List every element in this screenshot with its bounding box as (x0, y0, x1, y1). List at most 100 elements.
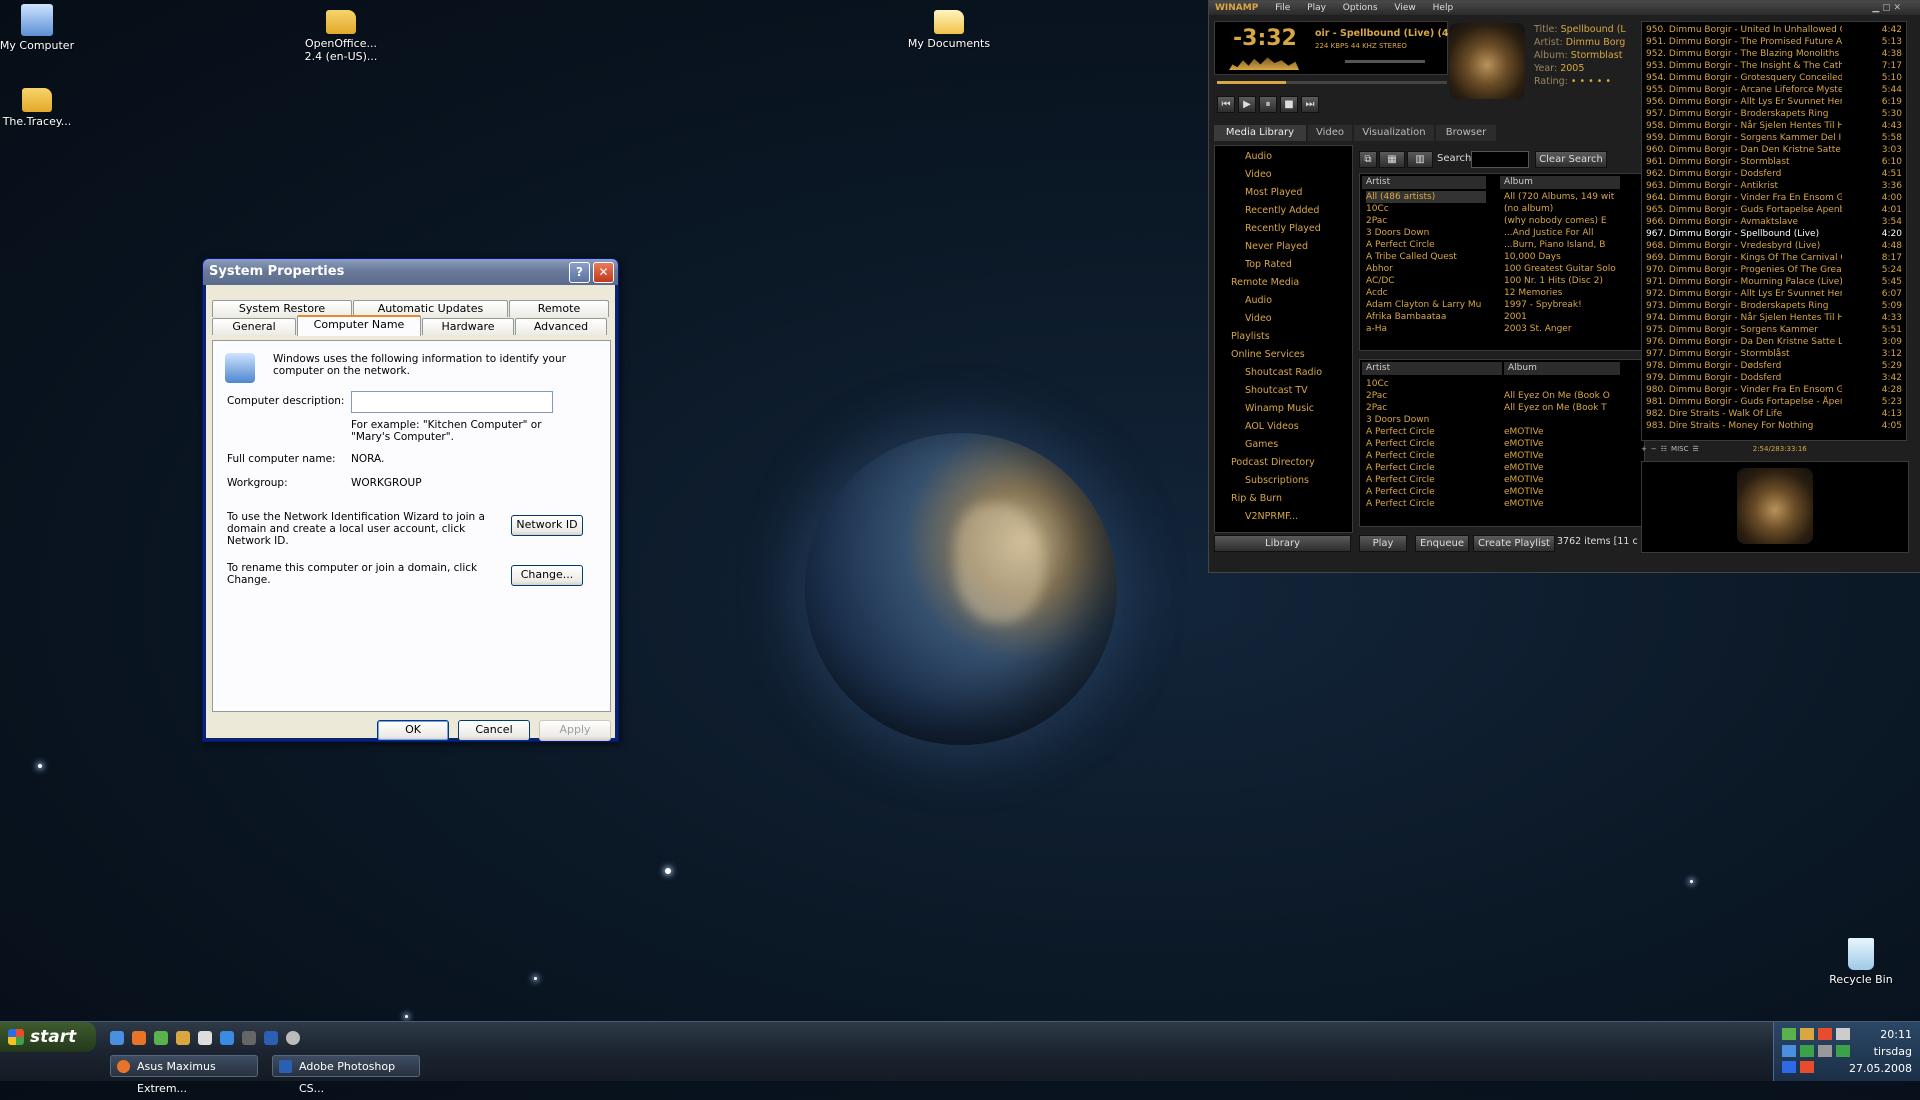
tray-icon[interactable] (1800, 1061, 1814, 1074)
tab-visualization[interactable]: Visualization (1354, 125, 1434, 141)
playlist-item[interactable]: 970. Dimmu Borgir - Progenies Of The Gre… (1646, 264, 1902, 276)
playlist-item[interactable]: 959. Dimmu Borgir - Sorgens Kammer Del I… (1646, 132, 1902, 144)
tree-item-recently-played[interactable]: Recently Played (1215, 220, 1352, 238)
task-firefox[interactable]: Asus Maximus Extrem... (110, 1055, 258, 1095)
stop-icon[interactable]: ■ (1280, 96, 1298, 113)
tree-item-shoutcast-tv[interactable]: Shoutcast TV (1215, 382, 1352, 400)
tab-computer-name[interactable]: Computer Name (297, 315, 421, 336)
desktop-icon-openoffice[interactable]: OpenOffice... 2.4 (en-US)... (296, 4, 386, 63)
album-row[interactable]: 10,000 Days (1504, 251, 1616, 263)
desktop-icon-my-documents[interactable]: My Documents (904, 4, 994, 50)
tree-item-top-rated[interactable]: Top Rated (1215, 256, 1352, 274)
playlist-item[interactable]: 968. Dimmu Borgir - Vredesbyrd (Live) 4:4… (1646, 240, 1902, 252)
spectrum-visualizer[interactable] (1229, 57, 1299, 70)
album-row[interactable]: (why nobody comes) E (1504, 215, 1616, 227)
tree-item-aol-videos[interactable]: AOL Videos (1215, 418, 1352, 436)
artist-row[interactable]: A Tribe Called Quest (1366, 251, 1486, 263)
desktop-icon-recycle-bin[interactable]: Recycle Bin (1816, 938, 1906, 986)
playlist-item[interactable]: 972. Dimmu Borgir - Allt Lys Er Svunnet … (1646, 288, 1902, 300)
playlist-item[interactable]: 955. Dimmu Borgir - Arcane Lifeforce Mys… (1646, 84, 1902, 96)
playlist-item[interactable]: 980. Dimmu Borgir - Vinder Fra En Ensom … (1646, 384, 1902, 396)
playlist-item[interactable]: 952. Dimmu Borgir - The Blazing Monolith… (1646, 48, 1902, 60)
track-row[interactable]: 2Pac All Eyez On Me (Book O (1366, 390, 1624, 402)
cancel-button[interactable]: Cancel (458, 720, 530, 741)
track-row[interactable]: A Perfect Circle eMOTIVe (1366, 498, 1624, 510)
network-id-button[interactable]: Network ID (511, 515, 583, 536)
menu-options[interactable]: Options (1343, 3, 1378, 13)
start-button[interactable]: start (0, 1022, 96, 1052)
time-display[interactable]: -3:32 (1233, 26, 1297, 51)
track-row[interactable]: A Perfect Circle eMOTIVe (1366, 426, 1624, 438)
select-icon[interactable]: ☷ (1661, 443, 1667, 455)
playlist-item[interactable]: 979. Dimmu Borgir - Dodsferd 3:42 (1646, 372, 1902, 384)
playlist-item[interactable]: 973. Dimmu Borgir - Broderskapets Ring 5:… (1646, 300, 1902, 312)
change-button[interactable]: Change... (511, 565, 583, 586)
apply-button[interactable]: Apply (539, 720, 611, 741)
steam-icon[interactable] (242, 1031, 256, 1045)
playlist-item[interactable]: 966. Dimmu Borgir - Avmaktslave 3:54 (1646, 216, 1902, 228)
layout-icon[interactable]: ▦ (1379, 151, 1405, 168)
seek-bar[interactable] (1217, 81, 1447, 84)
playlist-item[interactable]: 976. Dimmu Borgir - Da Den Kristne Satte… (1646, 336, 1902, 348)
tree-item-games[interactable]: Games (1215, 436, 1352, 454)
artist-row[interactable]: 2Pac (1366, 215, 1486, 227)
menu-play[interactable]: Play (1307, 3, 1326, 13)
search-input[interactable] (1471, 151, 1529, 168)
list-menu-icon[interactable]: ☰ (1692, 443, 1698, 455)
artist-row[interactable]: Abhor (1366, 263, 1486, 275)
tree-item-winamp-music[interactable]: Winamp Music (1215, 400, 1352, 418)
playlist-item[interactable]: 960. Dimmu Borgir - Dan Den Kristne Satt… (1646, 144, 1902, 156)
playlist-item[interactable]: 950. Dimmu Borgir - United In Unhallowed… (1646, 24, 1902, 36)
playlist-item[interactable]: 981. Dimmu Borgir - Guds Fortapelse - Åp… (1646, 396, 1902, 408)
clear-search-button[interactable]: Clear Search (1535, 151, 1607, 168)
library-button[interactable]: Library (1214, 535, 1351, 552)
tree-item-podcast-directory[interactable]: Podcast Directory (1215, 454, 1352, 472)
playlist-item[interactable]: 978. Dimmu Borgir - Dødsferd 5:29 (1646, 360, 1902, 372)
album-row[interactable]: 12 Memories (1504, 287, 1616, 299)
tray-icon[interactable] (1836, 1044, 1850, 1057)
add-icon[interactable]: + (1641, 443, 1647, 455)
dialog-titlebar[interactable]: System Properties ? ✕ (203, 259, 618, 285)
artist-row[interactable]: 10Cc (1366, 203, 1486, 215)
tree-item-video[interactable]: Video (1215, 166, 1352, 184)
computer-description-field[interactable] (351, 391, 553, 413)
columns-icon[interactable]: ▥ (1407, 151, 1433, 168)
playlist-item[interactable]: 954. Dimmu Borgir - Grotesquery Conceile… (1646, 72, 1902, 84)
tree-item-remote-media[interactable]: Remote Media (1215, 274, 1352, 292)
tray-icon[interactable] (1782, 1061, 1796, 1074)
playlist-item[interactable]: 977. Dimmu Borgir - Stormblåst 3:12 (1646, 348, 1902, 360)
artist-row[interactable]: Afrika Bambaataa (1366, 311, 1486, 323)
playlist-item[interactable]: 982. Dire Straits - Walk Of Life 4:13 (1646, 408, 1902, 420)
tree-item-most-played[interactable]: Most Played (1215, 184, 1352, 202)
tray-icon[interactable] (1836, 1028, 1850, 1040)
album-row[interactable]: 100 Greatest Guitar Solo (1504, 263, 1616, 275)
artist-row[interactable]: 3 Doors Down (1366, 227, 1486, 239)
tree-item-device[interactable]: V2NPRMF... (1215, 508, 1352, 526)
playlist-item[interactable]: 983. Dire Straits - Money For Nothing 4:0… (1646, 420, 1902, 432)
album-row[interactable]: ...And Justice For All (1504, 227, 1616, 239)
track-row[interactable]: A Perfect Circle eMOTIVe (1366, 450, 1624, 462)
tray-icon[interactable] (1800, 1028, 1814, 1040)
playlist-item[interactable]: 964. Dimmu Borgir - Vinder Fra En Ensom … (1646, 192, 1902, 204)
messenger-icon[interactable] (220, 1031, 234, 1045)
playlist-item[interactable]: 961. Dimmu Borgir - Stormblast 6:10 (1646, 156, 1902, 168)
desktop-icon-my-computer[interactable]: My Computer (0, 4, 82, 52)
remove-icon[interactable]: − (1651, 443, 1657, 455)
playlist-item[interactable]: 969. Dimmu Borgir - Kings Of The Carniva… (1646, 252, 1902, 264)
playlist-item[interactable]: 953. Dimmu Borgir - The Insight & The Ca… (1646, 60, 1902, 72)
view-toggle-icon[interactable]: ⧉ (1359, 151, 1377, 168)
playlist-item[interactable]: 974. Dimmu Borgir - Når Sjelen Hentes Ti… (1646, 312, 1902, 324)
artist-row[interactable]: All (486 artists) (1366, 191, 1486, 203)
volume-slider[interactable] (1345, 60, 1425, 63)
enqueue-button[interactable]: Enqueue (1415, 535, 1469, 552)
tray-icon[interactable] (1818, 1028, 1832, 1040)
artist-column-header[interactable]: Artist (1362, 176, 1486, 189)
play-icon[interactable]: ▶ (1238, 96, 1256, 113)
photoshop-icon[interactable] (264, 1031, 278, 1045)
album-row[interactable]: ...Burn, Piano Island, B (1504, 239, 1616, 251)
tree-item-audio[interactable]: Audio (1215, 148, 1352, 166)
tab-general[interactable]: General (212, 318, 296, 335)
tree-item-online-services[interactable]: Online Services (1215, 346, 1352, 364)
tab-advanced[interactable]: Advanced (515, 318, 607, 335)
album-row[interactable]: 2001 (1504, 311, 1616, 323)
